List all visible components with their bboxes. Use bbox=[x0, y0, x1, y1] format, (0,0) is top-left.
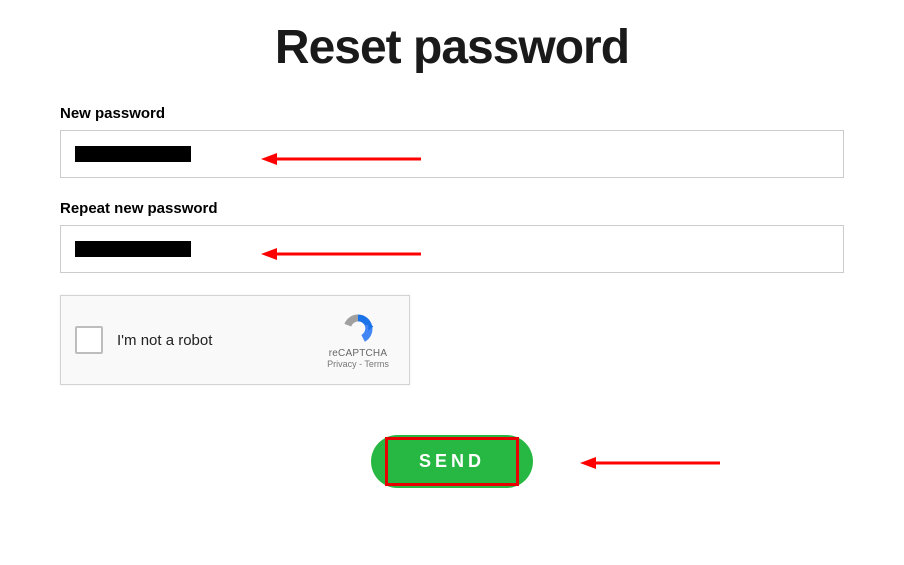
annotation-arrow-icon bbox=[261, 153, 421, 155]
new-password-label: New password bbox=[60, 105, 844, 122]
repeat-password-label: Repeat new password bbox=[60, 200, 844, 217]
recaptcha-brand-text: reCAPTCHA bbox=[321, 348, 395, 359]
send-button-label: SEND bbox=[419, 451, 485, 471]
redacted-value bbox=[75, 241, 191, 257]
repeat-password-input-wrap[interactable] bbox=[60, 225, 844, 273]
repeat-password-group: Repeat new password bbox=[60, 200, 844, 273]
redacted-value bbox=[75, 146, 191, 162]
new-password-input-wrap[interactable] bbox=[60, 130, 844, 178]
recaptcha-label: I'm not a robot bbox=[117, 332, 321, 349]
button-row: SEND bbox=[60, 435, 844, 488]
recaptcha-logo-icon bbox=[341, 312, 375, 346]
recaptcha-links[interactable]: Privacy - Terms bbox=[321, 359, 395, 369]
send-button[interactable]: SEND bbox=[371, 435, 533, 488]
new-password-group: New password bbox=[60, 105, 844, 178]
recaptcha-branding: reCAPTCHA Privacy - Terms bbox=[321, 312, 395, 369]
annotation-arrow-icon bbox=[261, 248, 421, 250]
recaptcha-checkbox[interactable] bbox=[75, 326, 103, 354]
annotation-arrow-icon bbox=[580, 457, 720, 459]
page-title: Reset password bbox=[60, 20, 844, 75]
recaptcha-widget: I'm not a robot reCAPTCHA Privacy - Term… bbox=[60, 295, 410, 385]
